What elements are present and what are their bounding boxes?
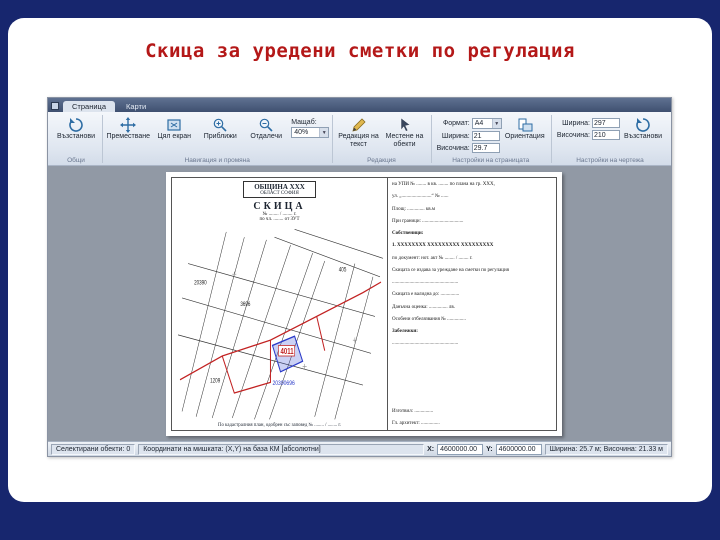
mouse-coordinates-status: Координати на мишката: (X,Y) на база КМ … bbox=[138, 443, 425, 455]
format-label: Формат: bbox=[442, 120, 470, 127]
sketch-text-line: При граници: ...........................… bbox=[392, 218, 464, 224]
page-width-input[interactable]: 21 bbox=[471, 131, 500, 141]
scale-control: Мащаб: 40% ▼ bbox=[291, 115, 330, 138]
owners-label: Собственици: bbox=[392, 231, 424, 236]
sketch-text-line: Данъчна оценка: ............... лв. bbox=[392, 304, 455, 310]
ribbon: Възстанови Общи Преместване Цял екран Пр… bbox=[48, 112, 671, 166]
move-icon bbox=[120, 117, 137, 133]
issue-purpose-line: Скицата се издава за уреждане на сметки … bbox=[392, 267, 509, 273]
restore-icon bbox=[635, 117, 651, 133]
cadastral-map: 4011 20390696 20390 3696 405 1209 bbox=[174, 224, 385, 422]
map-number-label: 20390 bbox=[194, 280, 207, 287]
document-page: ОБЩИНА ХХХ ОБЛАСТ СОФИЯ СКИЦА № ........… bbox=[166, 172, 562, 436]
page-height-input[interactable]: 29.7 bbox=[471, 143, 500, 153]
map-number-label: 1209 bbox=[210, 378, 220, 385]
app-icon bbox=[51, 102, 59, 110]
ribbon-group-edit: Редакция на текст Местене на обекти Реда… bbox=[333, 113, 431, 165]
page-title: Скица за уредени сметки по регулация bbox=[145, 40, 575, 62]
owner-name-line: 1. ХХХХХХХХ ХХХХХХХХХ ХХХХХХХХХ bbox=[392, 243, 494, 249]
notes-label: Забележки: bbox=[392, 329, 418, 334]
sketch-text-line: по документ: нот. акт № ........ / .....… bbox=[392, 255, 473, 261]
sketch-text-line: ........................................… bbox=[392, 341, 459, 347]
slide: Скица за уредени сметки по регулация Стр… bbox=[0, 0, 720, 540]
restore-button[interactable]: Възстанови bbox=[53, 115, 99, 141]
edit-text-icon bbox=[351, 117, 367, 133]
x-coordinate-value: 4600000.00 bbox=[437, 443, 484, 455]
zoom-out-icon bbox=[258, 117, 274, 133]
drawing-height-input[interactable]: 210 bbox=[592, 130, 620, 140]
format-combobox[interactable]: A4 ▼ bbox=[471, 118, 502, 129]
map-number-label: 405 bbox=[339, 267, 347, 274]
parcel-id-label: 20390696 bbox=[272, 381, 294, 388]
move-objects-button[interactable]: Местене на обекти bbox=[382, 115, 428, 149]
page-height-label: Височина: bbox=[436, 144, 470, 152]
status-bar: Селектирани обекти: 0 Координати на мишк… bbox=[48, 441, 671, 456]
scale-label: Мащаб: bbox=[291, 119, 317, 126]
y-coordinate-value: 4600000.00 bbox=[495, 443, 542, 455]
municipality-name: ОБЩИНА ХХХ bbox=[254, 183, 305, 191]
y-label: Y: bbox=[486, 445, 493, 453]
municipality-header: ОБЩИНА ХХХ ОБЛАСТ СОФИЯ bbox=[243, 181, 316, 198]
tab-maps[interactable]: Карти bbox=[117, 101, 155, 112]
page-size-fields: Формат: A4 ▼ Ширина: 21 Височина: 29.7 bbox=[434, 115, 502, 153]
sketch-text-line: на УПИ № ........ в кв. ........ по план… bbox=[392, 182, 495, 187]
drawing-width-label: Ширина: bbox=[562, 119, 590, 127]
zoom-in-icon bbox=[212, 117, 228, 133]
map-number-label: 3696 bbox=[240, 301, 250, 308]
restore-icon bbox=[68, 117, 84, 133]
fullscreen-icon bbox=[166, 117, 182, 133]
drawing-size-fields: Ширина: 297 Височина: 210 bbox=[554, 115, 620, 140]
ribbon-group-page-setup: Формат: A4 ▼ Ширина: 21 Височина: 29.7 О… bbox=[431, 113, 551, 165]
restore-drawing-button[interactable]: Възстанови bbox=[620, 115, 666, 141]
orientation-button[interactable]: Ориентация bbox=[502, 115, 548, 141]
sketch-frame: ОБЩИНА ХХХ ОБЛАСТ СОФИЯ СКИЦА № ........… bbox=[171, 177, 557, 431]
document-legal-basis: по чл. ........ от ЗУТ bbox=[259, 217, 300, 222]
ribbon-group-drawing-setup: Ширина: 297 Височина: 210 Възстанови Нас… bbox=[551, 113, 669, 165]
chief-architect-line: Гл. архитект: ............... bbox=[392, 420, 440, 426]
zoom-in-button[interactable]: Приближи bbox=[197, 115, 243, 141]
sketch-text-column: на УПИ № ........ в кв. ........ по план… bbox=[387, 178, 556, 430]
sketch-text-line: ул. „........................“ № ...... bbox=[392, 194, 449, 200]
chevron-down-icon[interactable]: ▼ bbox=[319, 128, 329, 137]
tab-strip: Страница Карти bbox=[48, 98, 671, 112]
cursor-icon bbox=[397, 117, 413, 133]
document-title: СКИЦА bbox=[253, 201, 306, 212]
app-window: Страница Карти Възстанови Общи Премества… bbox=[47, 97, 672, 457]
extent-status: Ширина: 25.7 м; Височина: 21.33 м bbox=[544, 443, 668, 455]
prepared-by-line: Изготвил: ............... bbox=[392, 408, 434, 414]
ribbon-group-navigation: Преместване Цял екран Приближи Отдалечи … bbox=[102, 113, 332, 165]
content-panel: Скица за уредени сметки по регулация Стр… bbox=[8, 18, 712, 502]
ribbon-group-general: Възстанови Общи bbox=[50, 113, 102, 165]
tab-page[interactable]: Страница bbox=[63, 101, 115, 112]
drawing-height-label: Височина: bbox=[556, 131, 590, 139]
x-label: X: bbox=[427, 445, 435, 453]
orientation-icon bbox=[517, 117, 533, 133]
selected-objects-status: Селектирани обекти: 0 bbox=[51, 443, 136, 455]
chevron-down-icon[interactable]: ▼ bbox=[491, 119, 501, 128]
scale-combobox[interactable]: 40% ▼ bbox=[291, 127, 330, 138]
document-footer-note: По кадастралния план, одобрен със запове… bbox=[218, 423, 342, 428]
parcel-number-label: 4011 bbox=[281, 348, 294, 356]
municipality-region: ОБЛАСТ СОФИЯ bbox=[260, 191, 299, 196]
sketch-text-line: Особени отбелязвания № ............... bbox=[392, 316, 466, 322]
full-extent-button[interactable]: Цял екран bbox=[151, 115, 197, 141]
sketch-left-column: ОБЩИНА ХХХ ОБЛАСТ СОФИЯ СКИЦА № ........… bbox=[172, 178, 387, 430]
edit-text-button[interactable]: Редакция на текст bbox=[336, 115, 382, 149]
sketch-text-line: ........................................… bbox=[392, 280, 459, 285]
pan-button[interactable]: Преместване bbox=[105, 115, 151, 141]
page-width-label: Ширина: bbox=[441, 132, 470, 140]
sketch-text-line: Площ: .............. кв.м bbox=[392, 206, 436, 212]
drawing-canvas[interactable]: ОБЩИНА ХХХ ОБЛАСТ СОФИЯ СКИЦА № ........… bbox=[48, 166, 671, 441]
sketch-text-line: Скицата е валидна до: ............... bbox=[392, 292, 460, 298]
zoom-out-button[interactable]: Отдалечи bbox=[243, 115, 289, 141]
drawing-width-input[interactable]: 297 bbox=[592, 118, 620, 128]
